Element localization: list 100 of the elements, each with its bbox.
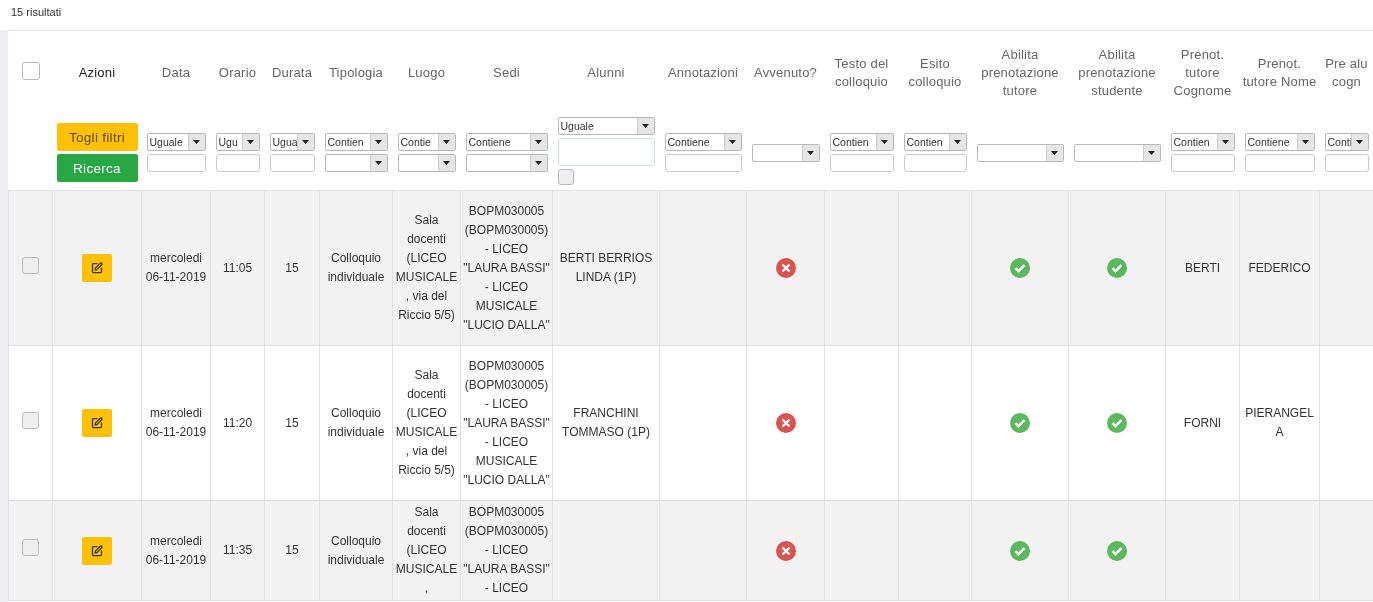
dropdown[interactable]: Uguale <box>146 133 206 151</box>
filter-input[interactable] <box>269 154 315 172</box>
column-header[interactable]: Avvenuto? <box>747 64 824 82</box>
dropdown[interactable] <box>465 154 548 172</box>
column-header[interactable]: Data <box>142 64 210 82</box>
table-cell-text: PIERANGELA <box>1244 405 1315 441</box>
column-header[interactable]: Sedi <box>461 64 552 82</box>
caret-icon <box>302 140 309 144</box>
caret-icon <box>1222 140 1229 144</box>
table-cell-text: mercoledi 06-11-2019 <box>144 405 208 441</box>
edit-button[interactable] <box>82 536 112 565</box>
caret-icon <box>1356 140 1363 144</box>
dropdown[interactable]: Contie <box>397 133 456 151</box>
caret-icon <box>1051 150 1058 155</box>
caret-icon <box>642 123 649 128</box>
dropdown[interactable] <box>976 143 1064 162</box>
dropdown[interactable]: Contien <box>903 133 967 151</box>
caret-icon <box>443 140 450 144</box>
caret-icon <box>729 140 736 144</box>
clear-filters-button[interactable]: Togli filtri <box>56 123 138 151</box>
table-cell-text: 15 <box>284 259 300 277</box>
table-cell-text: 15 <box>284 414 300 432</box>
filter-input[interactable] <box>903 154 967 172</box>
filter-input[interactable] <box>557 137 655 166</box>
edit-button[interactable] <box>82 409 112 437</box>
column-header[interactable]: Luogo <box>393 64 460 82</box>
column-header: Azioni <box>77 64 117 82</box>
table-cell-text: FRANCHINI TOMMASO (1P) <box>561 405 651 441</box>
filter-input[interactable] <box>146 154 206 172</box>
table-cell-text: Sala docenti (LICEO MUSICALE, via del Riccio 5/5) <box>395 212 458 324</box>
table-cell-text: BOPM030005 (BOPM030005) - LICEO "LAURA BASSI" - LICEO MUSICALE "LUCIO DALLA" <box>463 357 550 489</box>
caret-icon <box>1302 140 1309 144</box>
table-cell-text: FEDERICO <box>1247 259 1312 277</box>
column-header[interactable]: Pre alu cogn <box>1320 55 1373 91</box>
edit-icon <box>91 544 103 557</box>
column-header[interactable]: Orario <box>211 64 264 82</box>
dropdown[interactable]: Contiene <box>664 133 742 151</box>
column-header[interactable]: Prenot. tutore Cognome <box>1166 46 1239 100</box>
filter-input[interactable] <box>664 154 742 172</box>
dropdown[interactable]: Conti <box>1324 133 1369 151</box>
table-cell-text: BERTI <box>1183 259 1222 277</box>
dropdown[interactable]: Uguale <box>557 116 655 135</box>
table-cell-text: Sala docenti (LICEO MUSICALE, <box>395 504 458 597</box>
column-header[interactable]: Durata <box>265 64 319 82</box>
filter-input[interactable] <box>829 154 894 172</box>
column-header[interactable]: Testo del colloquio <box>825 55 898 91</box>
table-cell-text: 15 <box>284 542 300 559</box>
caret-icon <box>193 140 200 144</box>
caret-icon <box>807 150 814 155</box>
edit-icon <box>91 417 103 429</box>
edit-button[interactable] <box>82 254 112 282</box>
table-cell-text: mercoledi 06-11-2019 <box>144 250 208 286</box>
table-cell-text: 11:05 <box>221 259 254 277</box>
dropdown[interactable]: Contien <box>829 133 894 151</box>
edit-icon <box>91 262 103 274</box>
dropdown[interactable]: Contiene <box>1244 133 1315 151</box>
column-header[interactable]: Alunni <box>553 64 659 82</box>
row-checkbox[interactable] <box>22 411 39 429</box>
filter-input[interactable] <box>1324 154 1369 172</box>
caret-icon <box>881 140 888 144</box>
row-checkbox[interactable] <box>22 256 39 274</box>
filter-input[interactable] <box>1170 154 1235 172</box>
column-header[interactable]: Abilita prenotazione studente <box>1069 46 1165 100</box>
checkbox[interactable] <box>557 168 574 185</box>
table-cell-text: Colloquio individuale <box>326 250 386 286</box>
table-cell-text: Sala docenti (LICEO MUSICALE, via del Riccio 5/5) <box>395 367 458 479</box>
table-cell-text: 11:20 <box>221 414 254 432</box>
select-all-checkbox[interactable] <box>21 61 40 80</box>
dropdown[interactable] <box>324 154 388 172</box>
caret-icon <box>535 161 542 165</box>
dropdown[interactable] <box>751 143 820 162</box>
caret-icon <box>375 140 382 144</box>
table-cell-text: BOPM030005 (BOPM030005) - LICEO "LAURA BASSI" - LICEO <box>463 504 550 597</box>
column-header[interactable]: Prenot. tutore Nome <box>1240 55 1319 91</box>
dropdown[interactable]: Ugua <box>269 133 315 151</box>
caret-icon <box>443 161 450 165</box>
table-cell-text: mercoledi 06-11-2019 <box>144 532 208 569</box>
row-checkbox[interactable] <box>22 539 39 556</box>
column-header[interactable]: Annotazioni <box>660 64 746 82</box>
caret-icon <box>375 161 382 165</box>
dropdown[interactable]: Contien <box>324 133 388 151</box>
column-header[interactable]: Esito colloquio <box>899 55 971 91</box>
caret-icon <box>247 140 254 144</box>
search-button[interactable]: Ricerca <box>56 154 138 182</box>
table-cell-text: BOPM030005 (BOPM030005) - LICEO "LAURA BASSI" - LICEO MUSICALE "LUCIO DALLA" <box>463 202 550 334</box>
dropdown[interactable]: Ugu <box>215 133 260 151</box>
results-count: 15 risultati <box>10 5 63 20</box>
dropdown[interactable]: Contiene <box>465 133 548 151</box>
caret-icon <box>954 140 961 144</box>
dropdown[interactable] <box>1073 143 1161 162</box>
column-header[interactable]: Abilita prenotazione tutore <box>972 46 1068 100</box>
dropdown[interactable] <box>397 154 456 172</box>
filter-input[interactable] <box>215 154 260 172</box>
caret-icon <box>535 140 542 144</box>
table-cell-text: 11:35 <box>221 542 254 559</box>
column-header[interactable]: Tipologia <box>320 64 392 82</box>
filter-input[interactable] <box>1244 154 1315 172</box>
table-cell-text: BERTI BERRIOS LINDA (1P) <box>558 250 654 286</box>
dropdown[interactable]: Contien <box>1170 133 1235 151</box>
caret-icon <box>1148 150 1155 155</box>
